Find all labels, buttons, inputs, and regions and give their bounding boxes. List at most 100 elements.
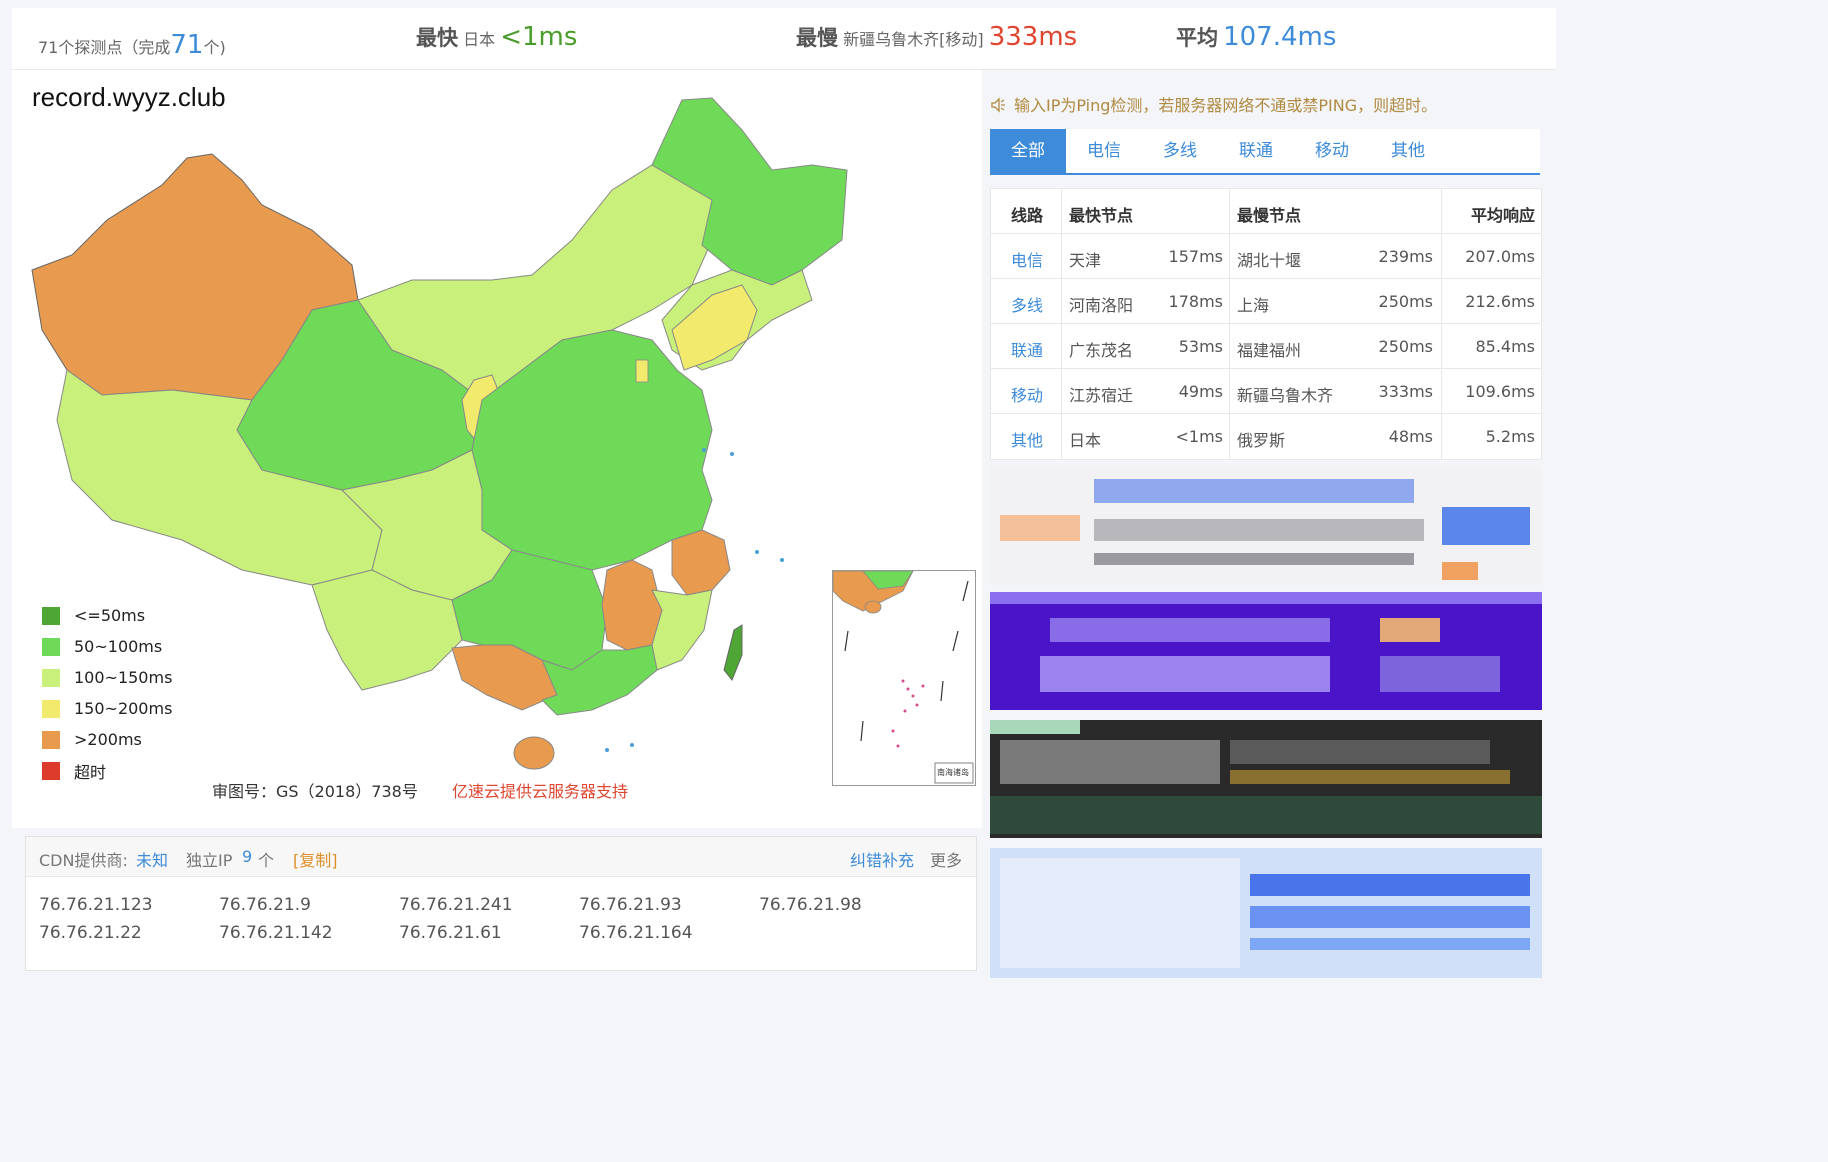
cell-isp[interactable]: 移动 — [1011, 382, 1043, 406]
cell-slow-ms: 250ms — [1378, 292, 1433, 311]
legend-swatch — [42, 668, 60, 687]
cell-fast-ms: 53ms — [1178, 337, 1223, 356]
legend-item: 50~100ms — [42, 631, 172, 662]
ip-address[interactable]: 76.76.21.93 — [579, 895, 682, 915]
cell-fast-ms: 157ms — [1168, 247, 1223, 266]
cell-avg: 207.0ms — [1465, 247, 1535, 266]
cdn-header: CDN提供商: 未知 独立IP 9 个 [复制] 纠错补充 更多 — [26, 837, 976, 877]
sponsor-link[interactable]: 亿速云提供云服务器支持 — [452, 778, 628, 802]
correct-link[interactable]: 纠错补充 — [850, 847, 914, 871]
region-zhejiang — [671, 529, 731, 596]
cell-fast-ms: 178ms — [1168, 292, 1223, 311]
cell-slow-ms: 333ms — [1378, 382, 1433, 401]
legend-swatch — [42, 730, 60, 749]
ip-address[interactable]: 76.76.21.9 — [219, 895, 311, 915]
cell-slow-ms: 48ms — [1388, 427, 1433, 446]
tab-0[interactable]: 全部 — [990, 129, 1066, 173]
cdn-provider-value: 未知 — [136, 851, 169, 870]
average-stat: 平均 107.4ms — [1176, 22, 1336, 52]
cdn-provider-label: CDN提供商: — [39, 851, 128, 870]
cell-slow-node: 湖北十堰 — [1237, 251, 1302, 270]
cell-fast-ms: 49ms — [1178, 382, 1223, 401]
tab-3[interactable]: 联通 — [1218, 129, 1294, 173]
cell-isp[interactable]: 多线 — [1011, 292, 1043, 316]
cell-isp[interactable]: 电信 — [1011, 247, 1043, 271]
ip-address[interactable]: 76.76.21.241 — [399, 895, 513, 915]
ad-banner-2[interactable] — [990, 592, 1542, 710]
legend-item: <=50ms — [42, 600, 172, 631]
probe-count: 71个探测点（完成71个) — [38, 30, 226, 60]
legend-label: >200ms — [74, 730, 142, 749]
copy-button[interactable]: [复制] — [293, 847, 338, 871]
ip-address[interactable]: 76.76.21.22 — [39, 923, 142, 943]
speaker-icon — [991, 97, 1005, 113]
legend-swatch — [42, 699, 60, 718]
tab-5[interactable]: 其他 — [1370, 129, 1446, 173]
table-row: 联通 广东茂名 53ms 福建福州 250ms 85.4ms — [991, 324, 1541, 369]
ip-address[interactable]: 76.76.21.142 — [219, 923, 333, 943]
inset-label: 南海诸岛 — [937, 767, 969, 777]
cell-slow-ms: 239ms — [1378, 247, 1433, 266]
map-panel: record.wyyz.club 南海诸岛 <=50ms 50~100ms 10… — [12, 70, 982, 828]
ip-address[interactable]: 76.76.21.123 — [39, 895, 153, 915]
fastest-location: 日本 — [463, 30, 496, 49]
region-taiwan — [723, 624, 743, 681]
cell-avg: 5.2ms — [1485, 427, 1535, 446]
tab-2[interactable]: 多线 — [1142, 129, 1218, 173]
legend-item: 100~150ms — [42, 662, 172, 693]
probe-prefix: 71个探测点（完成 — [38, 38, 171, 57]
cell-fast-node: 河南洛阳 — [1069, 296, 1134, 315]
cell-avg: 109.6ms — [1465, 382, 1535, 401]
ip-label: 独立IP — [186, 851, 233, 870]
slowest-value: 333ms — [988, 22, 1078, 52]
cell-fast-node: 天津 — [1069, 251, 1102, 270]
cell-isp[interactable]: 其他 — [1011, 427, 1043, 451]
legend-label: 超时 — [74, 762, 107, 782]
cell-slow-node: 俄罗斯 — [1237, 431, 1286, 450]
cell-fast-node: 广东茂名 — [1069, 341, 1134, 360]
notice: 输入IP为Ping检测，若服务器网络不通或禁PING，则超时。 — [990, 92, 1437, 116]
cell-avg: 85.4ms — [1475, 337, 1535, 356]
probe-done: 71 — [170, 30, 204, 60]
legend-item: 超时 — [42, 755, 172, 786]
table-header-cell: 最快节点 — [1069, 206, 1134, 225]
fastest-value: <1ms — [500, 22, 578, 52]
ad-banner-1[interactable] — [990, 467, 1542, 585]
legend-swatch — [42, 761, 60, 780]
average-label: 平均 — [1176, 26, 1218, 50]
isp-tabs: 全部 电信 多线 联通 移动 其他 — [990, 129, 1540, 175]
table-header: 线路 最快节点 最慢节点 平均响应 — [991, 189, 1541, 234]
summary-bar: 71个探测点（完成71个) 最快 日本 <1ms 最慢 新疆乌鲁木齐[移动] 3… — [12, 8, 1556, 70]
fastest-label: 最快 — [416, 26, 458, 50]
tab-4[interactable]: 移动 — [1294, 129, 1370, 173]
region-hainan — [513, 736, 555, 770]
legend-item: 150~200ms — [42, 693, 172, 724]
table-row: 电信 天津 157ms 湖北十堰 239ms 207.0ms — [991, 234, 1541, 279]
slowest-location: 新疆乌鲁木齐[移动] — [843, 30, 984, 49]
more-link[interactable]: 更多 — [930, 847, 962, 871]
ip-address[interactable]: 76.76.21.164 — [579, 923, 693, 943]
legend-swatch — [42, 637, 60, 656]
cell-isp[interactable]: 联通 — [1011, 337, 1043, 361]
cell-slow-node: 新疆乌鲁木齐 — [1237, 386, 1334, 405]
average-value: 107.4ms — [1223, 22, 1337, 52]
ip-count: 9 — [242, 847, 253, 866]
region-jiangxi — [601, 559, 663, 651]
ad-banner-4[interactable] — [990, 848, 1542, 978]
legend-swatch — [42, 606, 60, 625]
table-row: 移动 江苏宿迁 49ms 新疆乌鲁木齐 333ms 109.6ms — [991, 369, 1541, 414]
cell-fast-node: 江苏宿迁 — [1069, 386, 1134, 405]
ip-address[interactable]: 76.76.21.61 — [399, 923, 502, 943]
legend-item: >200ms — [42, 724, 172, 755]
region-tianjin — [635, 359, 649, 383]
tab-1[interactable]: 电信 — [1066, 129, 1142, 173]
cell-fast-node: 日本 — [1069, 431, 1102, 450]
region-fujian — [651, 589, 713, 671]
probe-suffix: 个) — [203, 38, 226, 57]
cell-slow-node: 上海 — [1237, 296, 1270, 315]
cell-slow-ms: 250ms — [1378, 337, 1433, 356]
table-row: 多线 河南洛阳 178ms 上海 250ms 212.6ms — [991, 279, 1541, 324]
cell-fast-ms: <1ms — [1175, 427, 1223, 446]
ad-banner-3[interactable] — [990, 720, 1542, 838]
ip-address[interactable]: 76.76.21.98 — [759, 895, 862, 915]
